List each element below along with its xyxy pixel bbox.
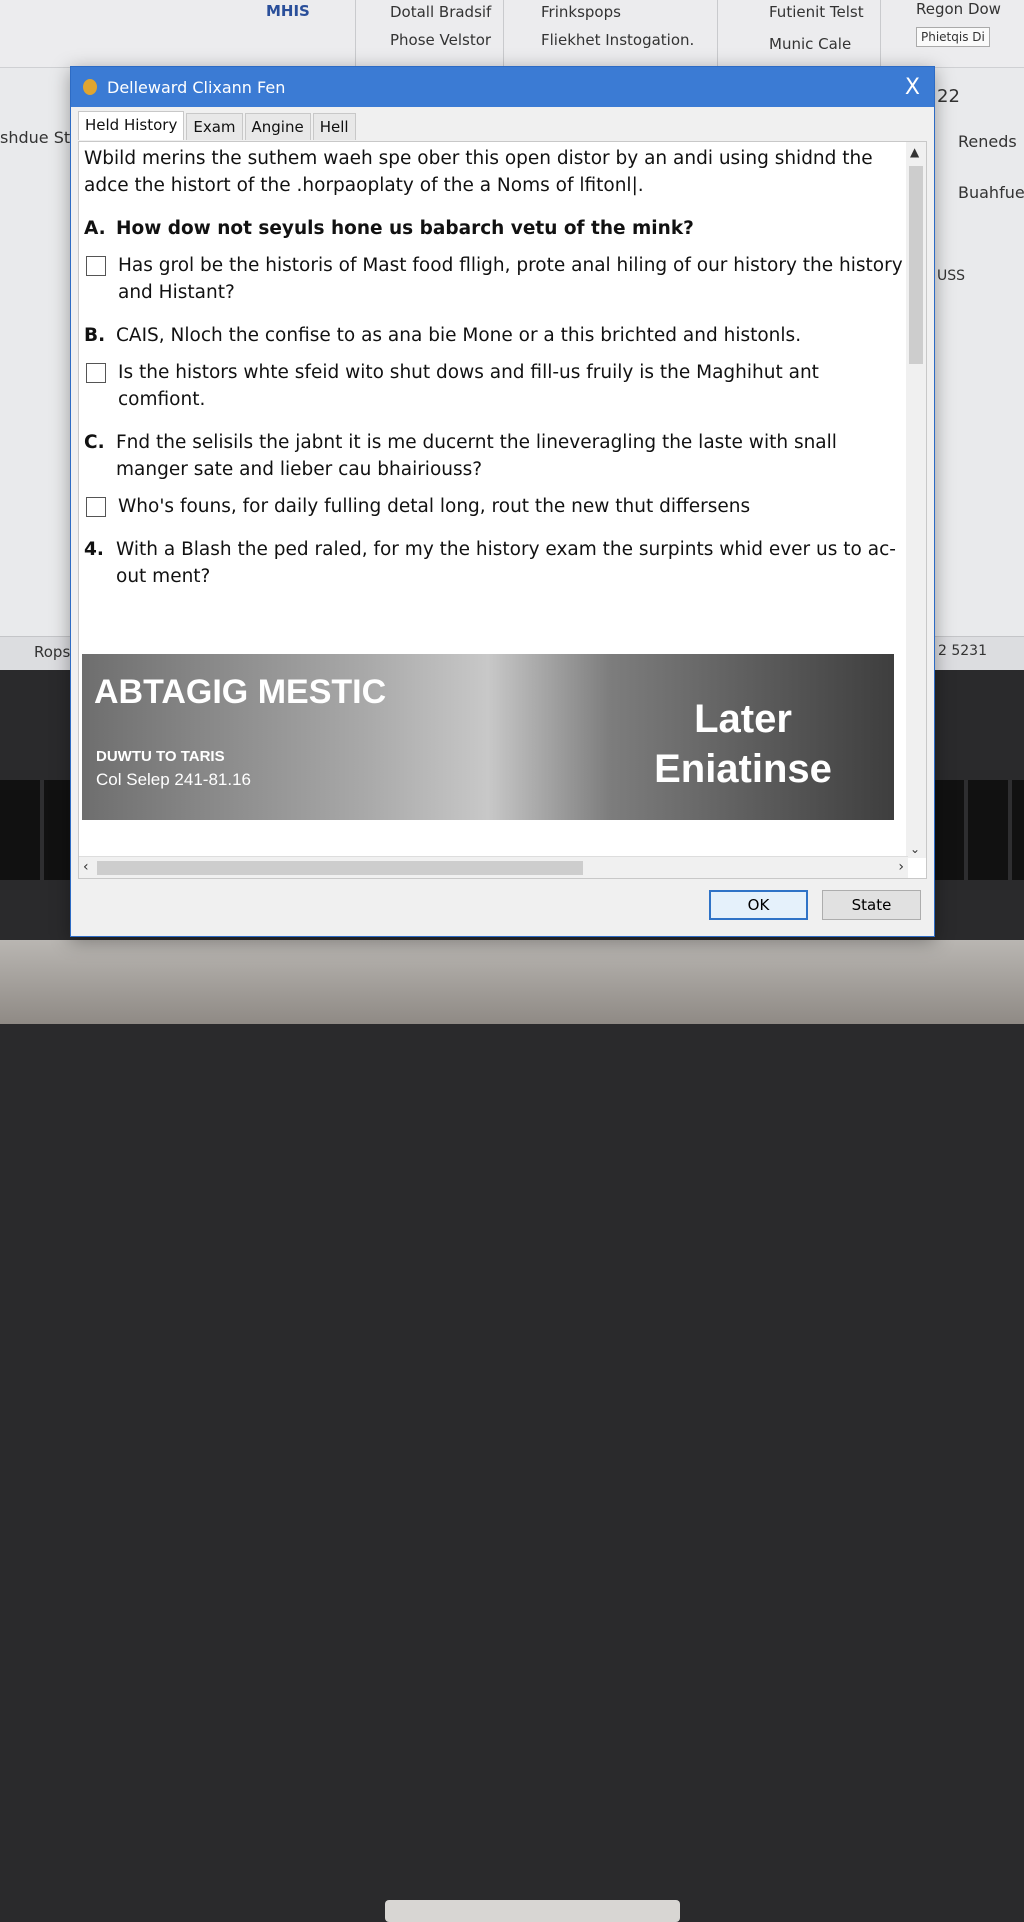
tab-bar: Held History Exam Angine Hell (78, 111, 358, 140)
ok-button[interactable]: OK (709, 890, 808, 920)
banner-caption: Col Selep 241-81.16 (96, 770, 252, 789)
trackpad (385, 1900, 680, 1922)
ribbon-item[interactable]: Munic Cale (769, 35, 851, 53)
banner-right-text: Later Eniatinse (654, 697, 832, 791)
scroll-left-icon[interactable]: ‹ (83, 859, 89, 875)
question-text: Fnd the selisils the jabnt it is me duce… (116, 432, 837, 480)
tab-exam[interactable]: Exam (186, 113, 243, 140)
scroll-up-icon[interactable]: ▲ (910, 145, 919, 159)
background-dropdown[interactable]: 22 (937, 86, 960, 107)
content-panel: Wbild merins the suthem waeh spe ober th… (78, 141, 927, 879)
question: 4. With a Blash the ped raled, for my the… (84, 536, 904, 590)
question-text: How dow not seyuls hone us babarch vetu … (116, 218, 694, 239)
background-item: USS (937, 268, 966, 284)
dialog-titlebar[interactable]: Delleward Clixann Fen (71, 67, 934, 107)
scroll-thumb[interactable] (909, 166, 923, 364)
question-number: C. (84, 432, 105, 453)
checkbox[interactable] (86, 363, 106, 383)
laptop-base (0, 940, 1024, 1922)
scroll-thumb[interactable] (97, 861, 583, 875)
horizontal-scrollbar[interactable]: ‹ › (79, 856, 908, 878)
app-icon (83, 79, 97, 95)
checkbox[interactable] (86, 497, 106, 517)
ribbon-item[interactable]: Fliekhet Instogation. (541, 31, 694, 49)
answer-option[interactable]: Is the histors whte sfeid wito shut dows… (84, 359, 904, 413)
state-button[interactable]: State (822, 890, 921, 920)
status-right: 2 5231 (938, 643, 987, 659)
close-button[interactable]: X (905, 75, 920, 100)
banner-subtitle: DUWTU TO TARIS (96, 748, 225, 765)
status-left: Rops (34, 643, 71, 661)
ribbon-item[interactable]: Frinkspops (541, 3, 621, 21)
question: A. How dow not seyuls hone us babarch vet… (84, 215, 904, 242)
question: C. Fnd the selisils the jabnt it is me du… (84, 429, 904, 483)
background-label: shdue St (0, 128, 71, 147)
background-item[interactable]: Reneds (958, 132, 1017, 151)
tab-hell[interactable]: Hell (312, 113, 356, 140)
intro-text: Wbild merins the suthem waeh spe ober th… (84, 148, 873, 196)
ribbon-item[interactable]: MHIS (266, 2, 310, 20)
ribbon-item[interactable]: Regon Dow (916, 0, 1001, 18)
question: B. CAIS, Nloch the confise to as ana bie … (84, 322, 904, 349)
option-text: Has grol be the historis of Mast food fl… (118, 255, 903, 303)
tab-angine[interactable]: Angine (244, 113, 311, 140)
question-number: 4. (84, 539, 104, 560)
background-ribbon: MHIS Dotall Bradsif Phose Velstor Frinks… (0, 0, 1024, 68)
question-number: B. (84, 325, 106, 346)
background-item[interactable]: Buahfue (958, 183, 1024, 202)
question-text: CAIS, Nloch the confise to as ana bie Mo… (116, 325, 802, 346)
checkbox[interactable] (86, 256, 106, 276)
answer-option[interactable]: Has grol be the historis of Mast food fl… (84, 252, 904, 306)
banner-title: ABTAGIG MESTIC (94, 673, 387, 711)
ribbon-item[interactable]: Phose Velstor (390, 31, 491, 49)
dialog-title: Delleward Clixann Fen (107, 77, 286, 97)
scroll-right-icon[interactable]: › (898, 859, 904, 875)
tab-held-history[interactable]: Held History (78, 111, 185, 140)
question-text: With a Blash the ped raled, for my the h… (116, 539, 896, 587)
question-number: A. (84, 218, 106, 239)
ribbon-field[interactable]: Phietqis Di (916, 27, 990, 47)
banner-image: ABTAGIG MESTIC DUWTU TO TARIS Col Selep … (82, 654, 894, 820)
answer-option[interactable]: Who's founs, for daily fulling detal lon… (84, 493, 904, 520)
option-text: Is the histors whte sfeid wito shut dows… (118, 362, 819, 410)
scroll-down-icon[interactable]: ⌄ (910, 842, 920, 856)
vertical-scrollbar[interactable]: ▲ ⌄ (906, 142, 926, 858)
ribbon-item[interactable]: Futienit Telst (769, 3, 864, 21)
option-text: Who's founs, for daily fulling detal lon… (118, 496, 751, 517)
ribbon-item[interactable]: Dotall Bradsif (390, 3, 491, 21)
dialog-window: Delleward Clixann Fen X Held History Exa… (70, 66, 935, 937)
